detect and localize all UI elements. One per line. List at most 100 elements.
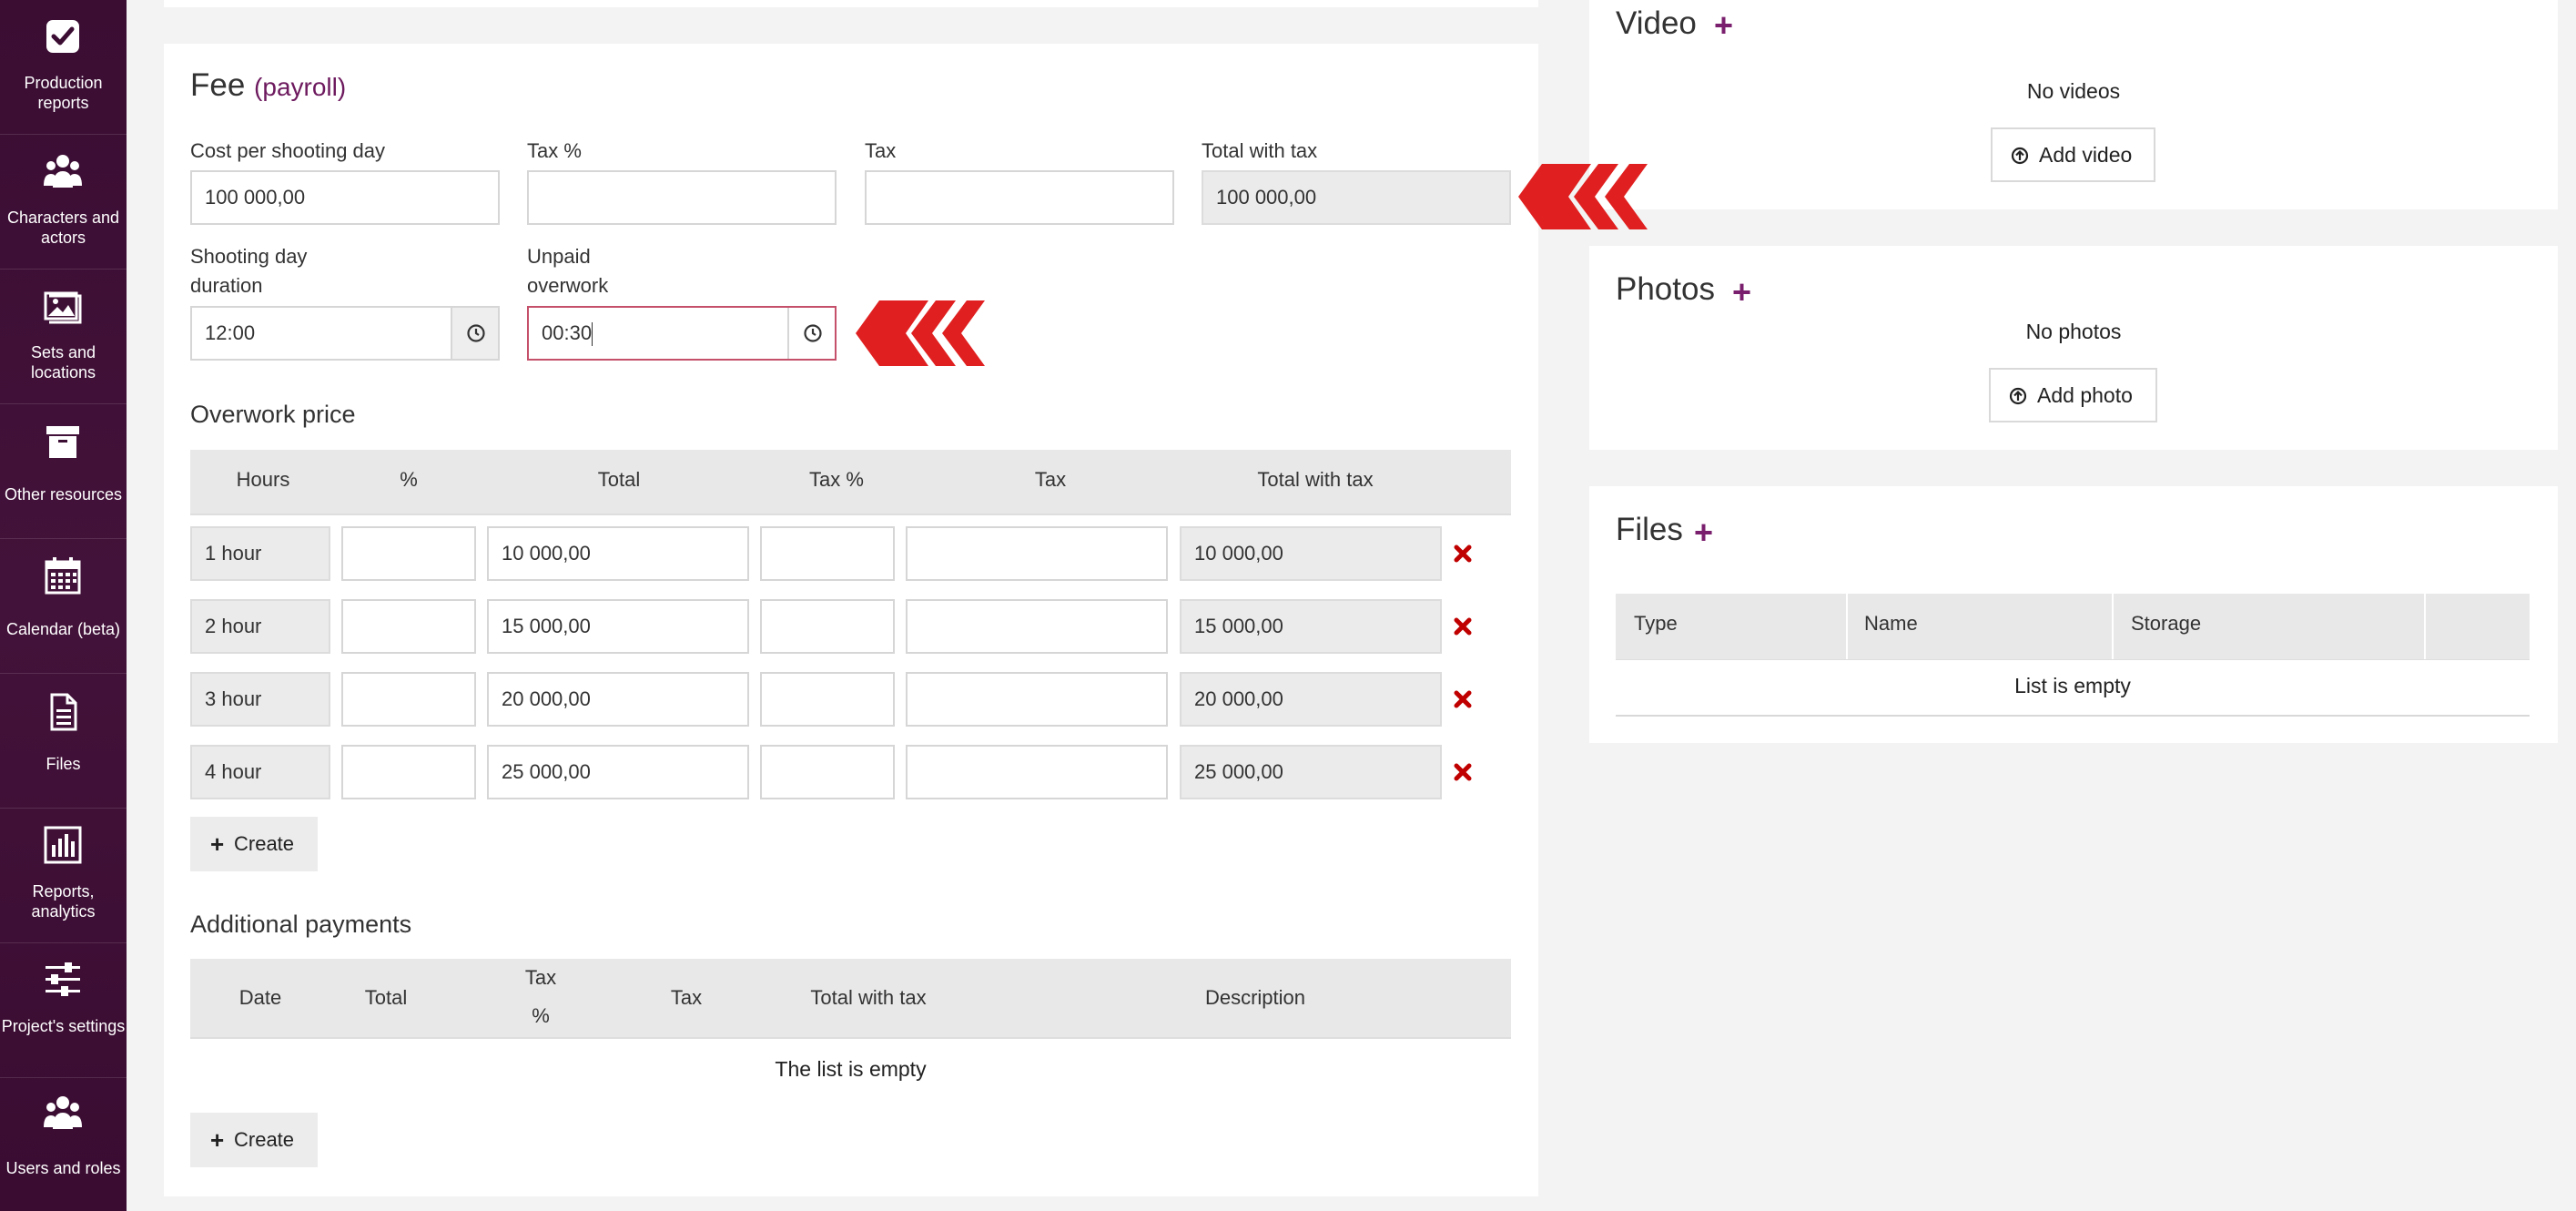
col-header: % [532, 1004, 550, 1027]
users-icon [44, 1096, 82, 1129]
col-header: Hours [236, 468, 290, 491]
add-photo-button[interactable]: Add photo [1989, 368, 2157, 422]
col-header: Name [1864, 612, 1918, 635]
percent-input[interactable] [341, 745, 476, 799]
divider [1616, 715, 2530, 717]
total-input[interactable]: 15 000,00 [487, 599, 749, 654]
calendar-icon [45, 557, 81, 595]
total-with-tax-cell: 25 000,00 [1180, 745, 1442, 799]
tax-input[interactable] [906, 599, 1168, 654]
total-input[interactable]: 20 000,00 [487, 672, 749, 727]
sidebar-item-label: Calendar (beta) [5, 620, 121, 638]
col-header: Tax % [809, 468, 864, 491]
col-header: Tax [524, 966, 557, 989]
tax-percent-input[interactable] [760, 672, 895, 727]
sidebar-item-label: Reports, analytics [31, 882, 96, 921]
hours-cell: 1 hour [190, 526, 330, 581]
tax-input[interactable] [906, 672, 1168, 727]
upload-circle-icon [2009, 387, 2027, 405]
percent-input[interactable] [341, 599, 476, 654]
sidebar-item-characters[interactable]: Characters and actors [0, 135, 127, 270]
tax-percent-input[interactable] [760, 599, 895, 654]
sidebar-item-users-roles[interactable]: Users and roles [0, 1078, 127, 1211]
people-icon [44, 155, 82, 188]
cost-per-day-input[interactable]: 100 000,00 [190, 170, 500, 225]
col-header: Type [1634, 612, 1678, 635]
sidebar-item-reports[interactable]: Reports, analytics [0, 809, 127, 943]
bar-chart-icon [44, 826, 82, 864]
sidebar-item-sets[interactable]: Sets and locations [0, 270, 127, 404]
total-with-tax-cell: 20 000,00 [1180, 672, 1442, 727]
total-with-tax-cell: 15 000,00 [1180, 599, 1442, 654]
total-input[interactable]: 10 000,00 [487, 526, 749, 581]
col-header: Total [597, 468, 641, 491]
sidebar-item-label: Users and roles [5, 1159, 121, 1177]
shooting-duration-input[interactable]: 12:00 [190, 306, 500, 361]
delete-icon[interactable] [1453, 762, 1473, 782]
col-header: Total with tax [810, 986, 927, 1009]
tax-percent-input[interactable] [760, 745, 895, 799]
video-title: Video [1616, 5, 1697, 41]
fee-subtitle: (payroll) [254, 73, 347, 101]
sidebar-item-label: Sets and locations [30, 343, 96, 382]
unpaid-clock-button[interactable] [787, 308, 835, 359]
percent-input[interactable] [341, 526, 476, 581]
overwork-create-button[interactable]: + Create [190, 817, 318, 871]
total-with-tax-cell: 10 000,00 [1180, 526, 1442, 581]
sidebar-item-project-settings[interactable]: Project's settings [0, 943, 127, 1078]
sidebar-item-label: Files [46, 755, 81, 773]
duration-label: Shooting day duration [190, 245, 308, 297]
delete-icon[interactable] [1453, 616, 1473, 636]
tax-input[interactable] [906, 745, 1168, 799]
add-file-plus-icon[interactable]: + [1694, 516, 1713, 549]
sidebar: Production reports Characters and actors… [0, 0, 127, 1211]
unpaid-overwork-input[interactable]: 00:30 [527, 306, 837, 361]
delete-icon[interactable] [1453, 689, 1473, 709]
col-header: Description [1204, 986, 1306, 1009]
duration-clock-button[interactable] [451, 308, 498, 359]
tax-percent-input[interactable] [527, 170, 837, 225]
col-header: Tax [670, 986, 703, 1009]
no-videos-text: No videos [2026, 79, 2121, 103]
checkbox-icon [46, 20, 79, 53]
total-input[interactable]: 25 000,00 [487, 745, 749, 799]
hours-cell: 2 hour [190, 599, 330, 654]
total-with-tax-label: Total with tax [1202, 139, 1318, 162]
photos-title: Photos [1616, 271, 1715, 307]
clock-icon [804, 324, 822, 342]
sidebar-item-production-reports[interactable]: Production reports [0, 0, 127, 135]
sidebar-item-other-resources[interactable]: Other resources [0, 404, 127, 539]
overwork-price-title: Overwork price [190, 401, 356, 428]
cost-label: Cost per shooting day [190, 139, 386, 162]
tax-input[interactable] [906, 526, 1168, 581]
files-empty-text: List is empty [2014, 674, 2131, 697]
col-header: Tax [1034, 468, 1067, 491]
unpaid-overwork-label: Unpaid overwork [527, 245, 609, 297]
add-video-button[interactable]: Add video [1991, 127, 2155, 182]
delete-icon[interactable] [1453, 544, 1473, 564]
top-panel-edge [164, 0, 1538, 7]
additional-table-header: Date Total Tax % Tax Total with tax Desc… [190, 959, 1511, 1039]
percent-input[interactable] [341, 672, 476, 727]
additional-create-button[interactable]: + Create [190, 1113, 318, 1167]
tax-label: Tax [865, 139, 897, 162]
total-with-tax-input: 100 000,00 [1202, 170, 1511, 225]
archive-box-icon [46, 426, 79, 458]
overwork-table-header: Hours % Total Tax % Tax Total with tax [190, 450, 1511, 515]
upload-circle-icon [2011, 147, 2029, 165]
annotation-arrow-icon [1518, 164, 1648, 229]
sidebar-item-calendar[interactable]: Calendar (beta) [0, 539, 127, 674]
sidebar-item-files[interactable]: Files [0, 674, 127, 809]
file-icon [50, 693, 77, 731]
col-header: Total [364, 986, 408, 1009]
col-header: % [400, 468, 418, 491]
add-video-plus-icon[interactable]: + [1714, 9, 1733, 42]
files-title: Files [1616, 512, 1683, 547]
add-photo-plus-icon[interactable]: + [1732, 276, 1751, 309]
tax-input[interactable] [865, 170, 1174, 225]
image-icon [44, 291, 82, 324]
plus-icon: + [210, 830, 225, 858]
clock-icon [467, 324, 485, 342]
hours-cell: 3 hour [190, 672, 330, 727]
tax-percent-input[interactable] [760, 526, 895, 581]
